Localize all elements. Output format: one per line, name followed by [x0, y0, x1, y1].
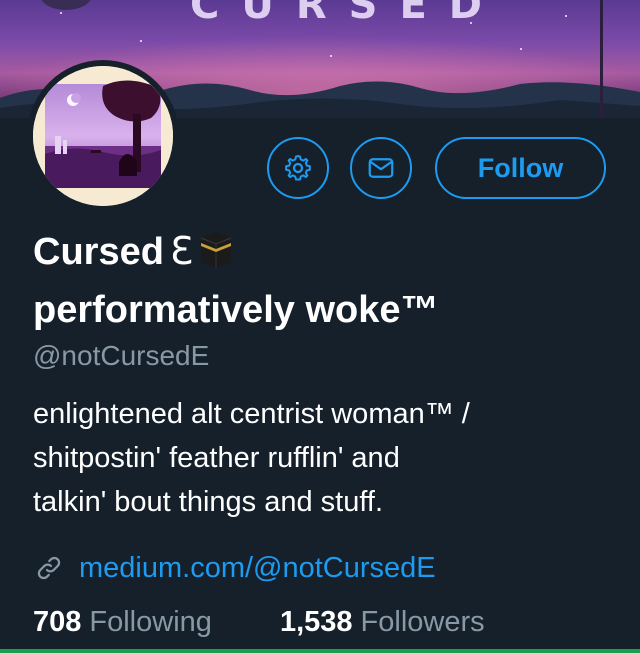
bio-line: enlightened alt centrist woman™ /	[33, 398, 470, 430]
kaaba-icon	[199, 229, 233, 283]
banner-text: CURSED	[190, 0, 504, 28]
display-name-line-1: Cursed Ɛ	[33, 224, 613, 283]
bio-line: talkin' bout things and stuff.	[33, 486, 384, 518]
following-stat[interactable]: 708 Following	[33, 606, 212, 639]
followers-count: 1,538	[279, 606, 353, 638]
bio-line: shitpostin' feather rufflin' and	[33, 442, 400, 474]
link-icon	[37, 556, 61, 580]
followers-stat[interactable]: 1,538 Followers	[280, 606, 485, 639]
profile-link[interactable]: medium.com/@notCursedE	[79, 552, 436, 585]
display-name-text: Cursed	[33, 231, 164, 273]
envelope-icon	[368, 158, 394, 178]
bottom-divider	[0, 649, 640, 653]
gear-icon	[285, 155, 311, 181]
user-handle: @notCursedE	[33, 340, 210, 371]
display-name-line-2: performatively woke™	[33, 289, 439, 331]
settings-button[interactable]	[267, 137, 329, 199]
message-button[interactable]	[350, 137, 412, 199]
profile-avatar[interactable]	[27, 60, 179, 212]
display-name-symbol: Ɛ	[169, 229, 194, 273]
followers-label: Followers	[360, 606, 485, 638]
display-name: Cursed Ɛ performatively woke™	[33, 224, 613, 337]
following-label: Following	[89, 606, 212, 638]
profile-link-row: medium.com/@notCursedE	[33, 548, 436, 588]
follow-stats: 708 Following 1,538 Followers	[33, 606, 485, 639]
avatar-image	[33, 66, 173, 206]
bio: enlightened alt centrist woman™ / shitpo…	[33, 392, 613, 524]
follow-button[interactable]: Follow	[435, 137, 606, 199]
following-count: 708	[33, 606, 82, 638]
